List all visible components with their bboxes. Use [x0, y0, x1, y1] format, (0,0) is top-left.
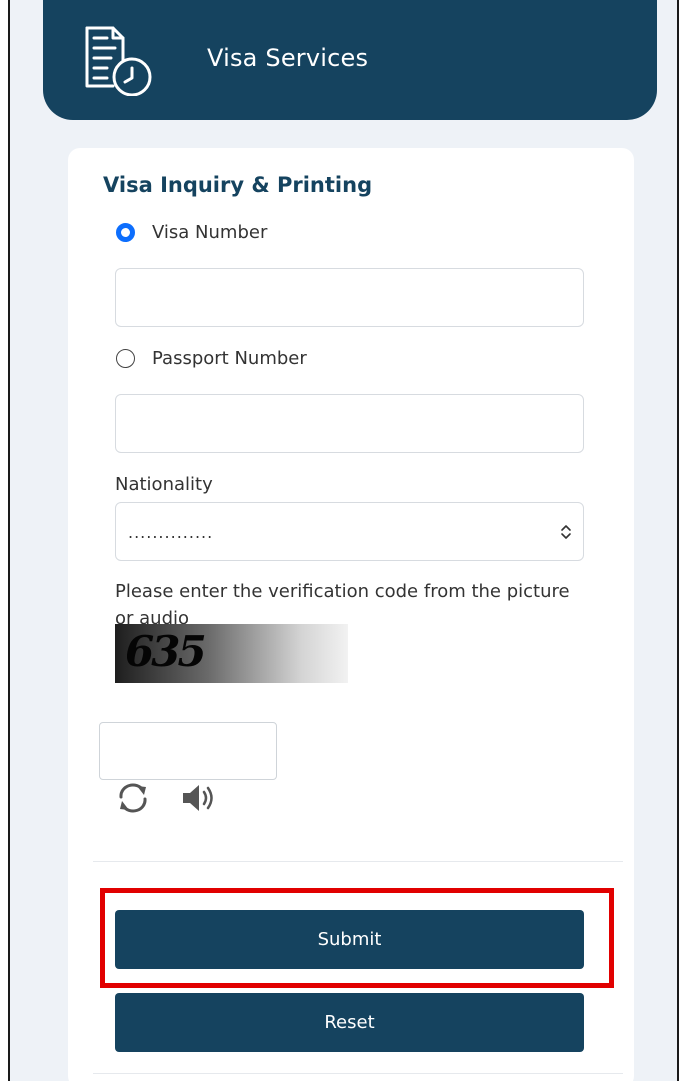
page-title: Visa Services	[207, 44, 369, 72]
passport-number-radio[interactable]	[116, 349, 135, 368]
chevron-up-down-icon	[561, 525, 571, 539]
visa-number-input[interactable]	[115, 268, 584, 327]
speaker-icon[interactable]	[180, 782, 220, 814]
captcha-code: 635	[125, 627, 207, 676]
app-frame: Visa Services Visa Inquiry & Printing Vi…	[8, 0, 679, 1081]
footer-divider	[93, 1073, 623, 1074]
captcha-image: 635	[115, 624, 348, 683]
passport-number-label: Passport Number	[152, 348, 307, 369]
nationality-select[interactable]: ..............	[115, 502, 584, 561]
submit-highlight-box	[100, 888, 614, 988]
form-divider	[93, 861, 623, 862]
page-header: Visa Services	[43, 0, 657, 120]
reset-button[interactable]: Reset	[115, 993, 584, 1052]
section-title: Visa Inquiry & Printing	[103, 173, 373, 197]
visa-number-label: Visa Number	[152, 222, 268, 243]
visa-number-radio[interactable]	[116, 223, 135, 242]
refresh-icon[interactable]	[115, 781, 151, 815]
document-clock-icon	[85, 26, 152, 96]
passport-number-input[interactable]	[115, 394, 584, 453]
captcha-input[interactable]	[99, 722, 277, 780]
nationality-label: Nationality	[115, 474, 213, 495]
nationality-selected-value: ..............	[128, 523, 214, 542]
